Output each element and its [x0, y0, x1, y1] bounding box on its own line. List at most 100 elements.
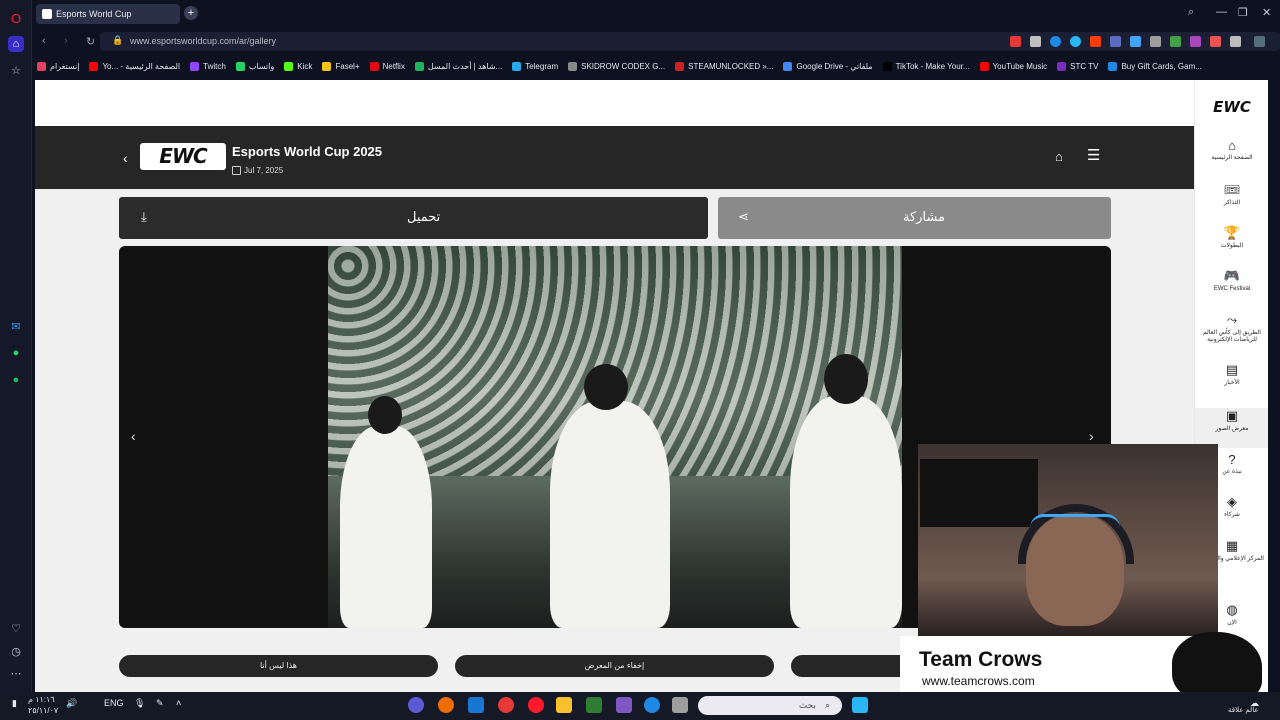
bookmark-item[interactable]: Twitch [185, 61, 231, 71]
whatsapp-icon[interactable]: ● [8, 345, 24, 361]
app-icon[interactable] [616, 697, 632, 713]
language-indicator[interactable]: ENG [104, 698, 124, 708]
player-head [368, 396, 402, 434]
start-icon[interactable] [852, 697, 868, 713]
ewc-logo[interactable]: EWC [1199, 98, 1265, 116]
extension-icon[interactable] [1150, 36, 1161, 47]
share-label: مشاركة [903, 209, 945, 224]
bookmark-item[interactable]: STC TV [1052, 61, 1103, 71]
extension-icon[interactable] [1010, 36, 1021, 47]
edge-icon[interactable] [644, 697, 660, 713]
network-icon[interactable]: ▮ [12, 698, 17, 709]
sidebar-item[interactable]: ▤ الأخبار [1195, 362, 1268, 402]
brand-url: www.teamcrows.com [922, 674, 1035, 688]
new-tab-button[interactable]: + [184, 6, 198, 20]
weather-icon[interactable]: ☁ [1250, 698, 1259, 709]
hide-from-gallery-button[interactable]: إخفاء من المعرض [455, 655, 774, 677]
bookmark-item[interactable]: SKIDROW CODEX G... [563, 61, 670, 71]
opera-logo-icon[interactable]: O [8, 10, 24, 26]
bookmark-item[interactable]: YouTube Music [975, 61, 1053, 71]
home-icon[interactable]: ⌂ [1055, 149, 1063, 164]
bookmark-item[interactable]: Yo... - الصفحة الرئيسية [84, 61, 185, 71]
app-icon[interactable] [586, 697, 602, 713]
volume-icon[interactable]: 🔊 [66, 698, 77, 709]
url-field[interactable] [100, 32, 1280, 51]
bookmark-item[interactable]: Fasel+ [317, 61, 364, 71]
download-button[interactable]: ⤓ تحميل [119, 197, 708, 239]
bookmark-label: TikTok - Make Your... [895, 61, 970, 71]
bookmark-item[interactable]: Telegram [507, 61, 563, 71]
sidebar-item[interactable]: ▣ معرض الصور [1195, 408, 1268, 448]
bookmark-item[interactable]: Google Drive - ملفاتي [778, 61, 877, 71]
player-figure [790, 396, 902, 628]
tab-esports-world-cup[interactable]: Esports World Cup [36, 4, 180, 24]
clock-time[interactable]: ١١:١٦ م [28, 695, 55, 704]
webcam-background-tv [920, 459, 1038, 527]
extension-icon[interactable] [1090, 36, 1101, 47]
opera-icon[interactable] [528, 697, 544, 713]
search-icon: ⌕ [825, 700, 831, 710]
history-icon[interactable]: ◷ [8, 643, 24, 659]
extension-icon[interactable] [1110, 36, 1121, 47]
messenger-icon[interactable]: ✉ [8, 318, 24, 334]
pinboard-icon[interactable]: ☆ [8, 62, 24, 78]
extension-icon[interactable] [1070, 36, 1081, 47]
bookmark-item[interactable]: شاهد | أحدث المسل... [410, 61, 507, 71]
sidebar-item[interactable]: ⌂ الصفحة الرئيسية [1195, 138, 1268, 178]
bookmark-label: Yo... - الصفحة الرئيسية [102, 61, 181, 71]
bookmark-favicon-icon [512, 61, 522, 71]
ewc-logo[interactable]: EWC [140, 143, 226, 170]
clock-date[interactable]: ٢٥/١١/٠٧ [28, 706, 58, 715]
extension-icon[interactable] [1170, 36, 1181, 47]
menu-icon[interactable]: ☰ [1087, 146, 1100, 164]
share-button[interactable]: ⋖ مشاركة [718, 197, 1111, 239]
bookmark-item[interactable]: Kick [279, 61, 317, 71]
file-explorer-icon[interactable] [556, 697, 572, 713]
not-me-button[interactable]: هذا ليس أنا [119, 655, 438, 677]
close-button[interactable]: ✕ [1262, 6, 1271, 19]
sidebar-item-label: التذاكر [1223, 200, 1241, 206]
maximize-button[interactable]: ❐ [1238, 6, 1248, 19]
bookmark-item[interactable]: TikTok - Make Your... [878, 61, 975, 71]
bookmark-favicon-icon [89, 61, 99, 71]
chrome-icon[interactable] [498, 697, 514, 713]
bookmark-item[interactable]: Netflix [365, 61, 410, 71]
bookmark-item[interactable]: STEAMUNLOCKED »... [670, 61, 778, 71]
app-icon[interactable] [468, 697, 484, 713]
home-icon[interactable]: ⌂ [8, 36, 24, 52]
spotify-icon[interactable]: ● [8, 372, 24, 388]
minimize-button[interactable]: — [1216, 6, 1227, 18]
extension-icon[interactable] [1030, 36, 1041, 47]
back-icon[interactable]: ‹ [42, 35, 46, 47]
forward-icon[interactable]: › [64, 35, 68, 47]
bookmark-item[interactable]: إنستغرام [32, 61, 84, 71]
extension-icon[interactable] [1130, 36, 1141, 47]
bookmark-label: Twitch [203, 61, 226, 71]
reload-icon[interactable]: ↻ [86, 35, 95, 48]
more-icon[interactable]: ⋯ [8, 665, 24, 681]
next-photo-icon[interactable]: › [1089, 428, 1094, 444]
prev-photo-icon[interactable]: ‹ [131, 428, 136, 444]
mic-icon[interactable]: 🎙 [134, 698, 145, 709]
extension-icon[interactable] [1210, 36, 1221, 47]
extension-icon[interactable] [1230, 36, 1241, 47]
extension-icon[interactable] [1050, 36, 1061, 47]
sidebar-item[interactable]: 🎟 التذاكر [1195, 182, 1268, 222]
pen-icon[interactable]: ✎ [156, 698, 164, 709]
app-icon[interactable] [672, 697, 688, 713]
discord-icon[interactable] [408, 697, 424, 713]
app-icon[interactable] [438, 697, 454, 713]
sidebar-item[interactable]: 🏆 البطولات [1195, 225, 1268, 265]
bookmark-item[interactable]: Buy Gift Cards, Gam... [1103, 61, 1206, 71]
back-chevron-icon[interactable]: ‹ [123, 150, 128, 166]
taskbar-search[interactable]: بحث [698, 696, 842, 715]
chevron-up-icon[interactable]: ˄ [176, 698, 181, 708]
sidebar-item[interactable]: 🎮 EWC Festival [1195, 268, 1268, 308]
sidebar-item[interactable]: ⤳ الطريق إلى كأس العالم للرياضات الإلكترو… [1195, 312, 1268, 352]
heart-icon[interactable]: ♡ [8, 620, 24, 636]
search-tabs-icon[interactable]: ⌕ [1188, 6, 1194, 19]
ai-extension-icon[interactable] [1254, 36, 1265, 47]
extension-icon[interactable] [1190, 36, 1201, 47]
bookmark-favicon-icon [675, 61, 685, 71]
bookmark-item[interactable]: واتساب [231, 61, 279, 71]
